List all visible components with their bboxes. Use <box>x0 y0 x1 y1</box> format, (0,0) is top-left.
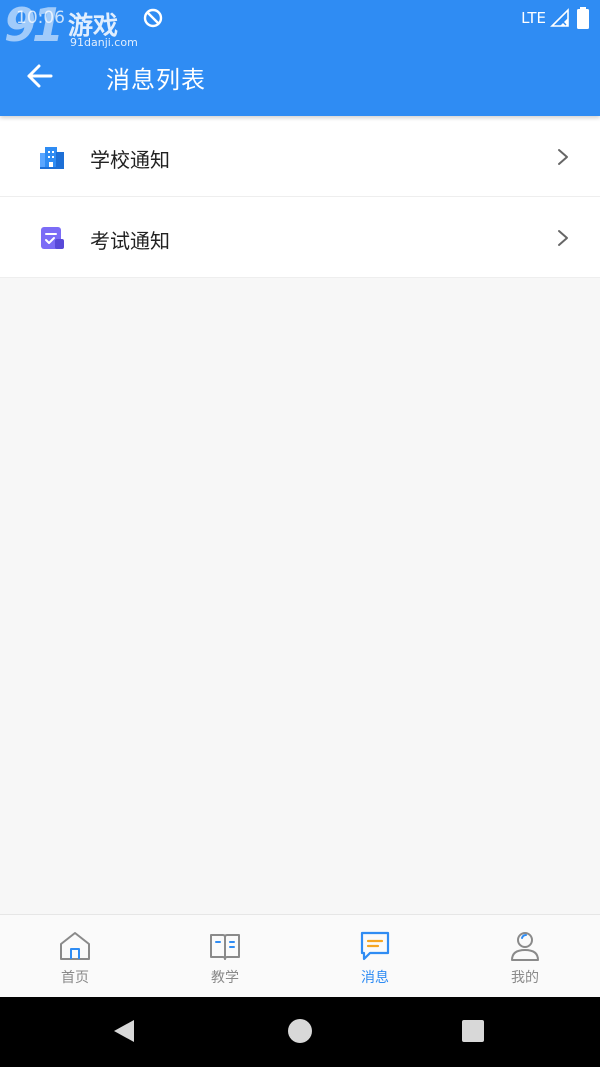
nav-home-button[interactable] <box>288 1019 312 1043</box>
app-header: 10:06 91 游戏 91danji.com LTE 消息列表 <box>0 0 600 116</box>
home-icon <box>60 932 90 960</box>
list-item-exam-notice[interactable]: 考试通知 <box>0 197 600 278</box>
tab-profile[interactable]: 我的 <box>450 915 600 997</box>
tab-label: 教学 <box>211 970 239 986</box>
back-button[interactable] <box>20 58 60 94</box>
system-nav-bar <box>0 997 600 1067</box>
arrow-left-icon <box>27 64 53 88</box>
chevron-right-icon <box>558 149 568 165</box>
chevron-right-icon <box>558 230 568 246</box>
school-building-icon <box>40 147 64 169</box>
tab-teaching[interactable]: 教学 <box>150 915 300 997</box>
tab-label: 我的 <box>511 970 539 986</box>
tab-label: 首页 <box>61 970 89 986</box>
nav-recents-button[interactable] <box>462 1020 484 1042</box>
battery-icon <box>577 7 589 29</box>
message-icon <box>360 931 390 961</box>
tab-home[interactable]: 首页 <box>0 915 150 997</box>
list-item-label: 考试通知 <box>90 229 170 253</box>
nav-back-icon[interactable] <box>112 1019 136 1043</box>
tab-messages[interactable]: 消息 <box>300 915 450 997</box>
message-list: 学校通知 考试通知 <box>0 116 600 278</box>
sync-off-icon <box>143 8 163 28</box>
page-title: 消息列表 <box>106 66 206 94</box>
list-item-school-notice[interactable]: 学校通知 <box>0 116 600 197</box>
user-icon <box>511 932 539 961</box>
exam-note-icon <box>41 227 64 249</box>
status-indicators: LTE <box>521 7 590 29</box>
toolbar: 消息列表 <box>0 36 600 116</box>
status-bar: 10:06 91 游戏 91danji.com LTE <box>0 0 600 52</box>
book-icon <box>210 934 240 960</box>
bottom-tab-bar: 首页 教学 消息 我的 <box>0 914 600 997</box>
signal-icon <box>550 8 569 27</box>
list-item-label: 学校通知 <box>90 148 170 172</box>
tab-label: 消息 <box>361 970 389 986</box>
network-type: LTE <box>521 9 546 27</box>
